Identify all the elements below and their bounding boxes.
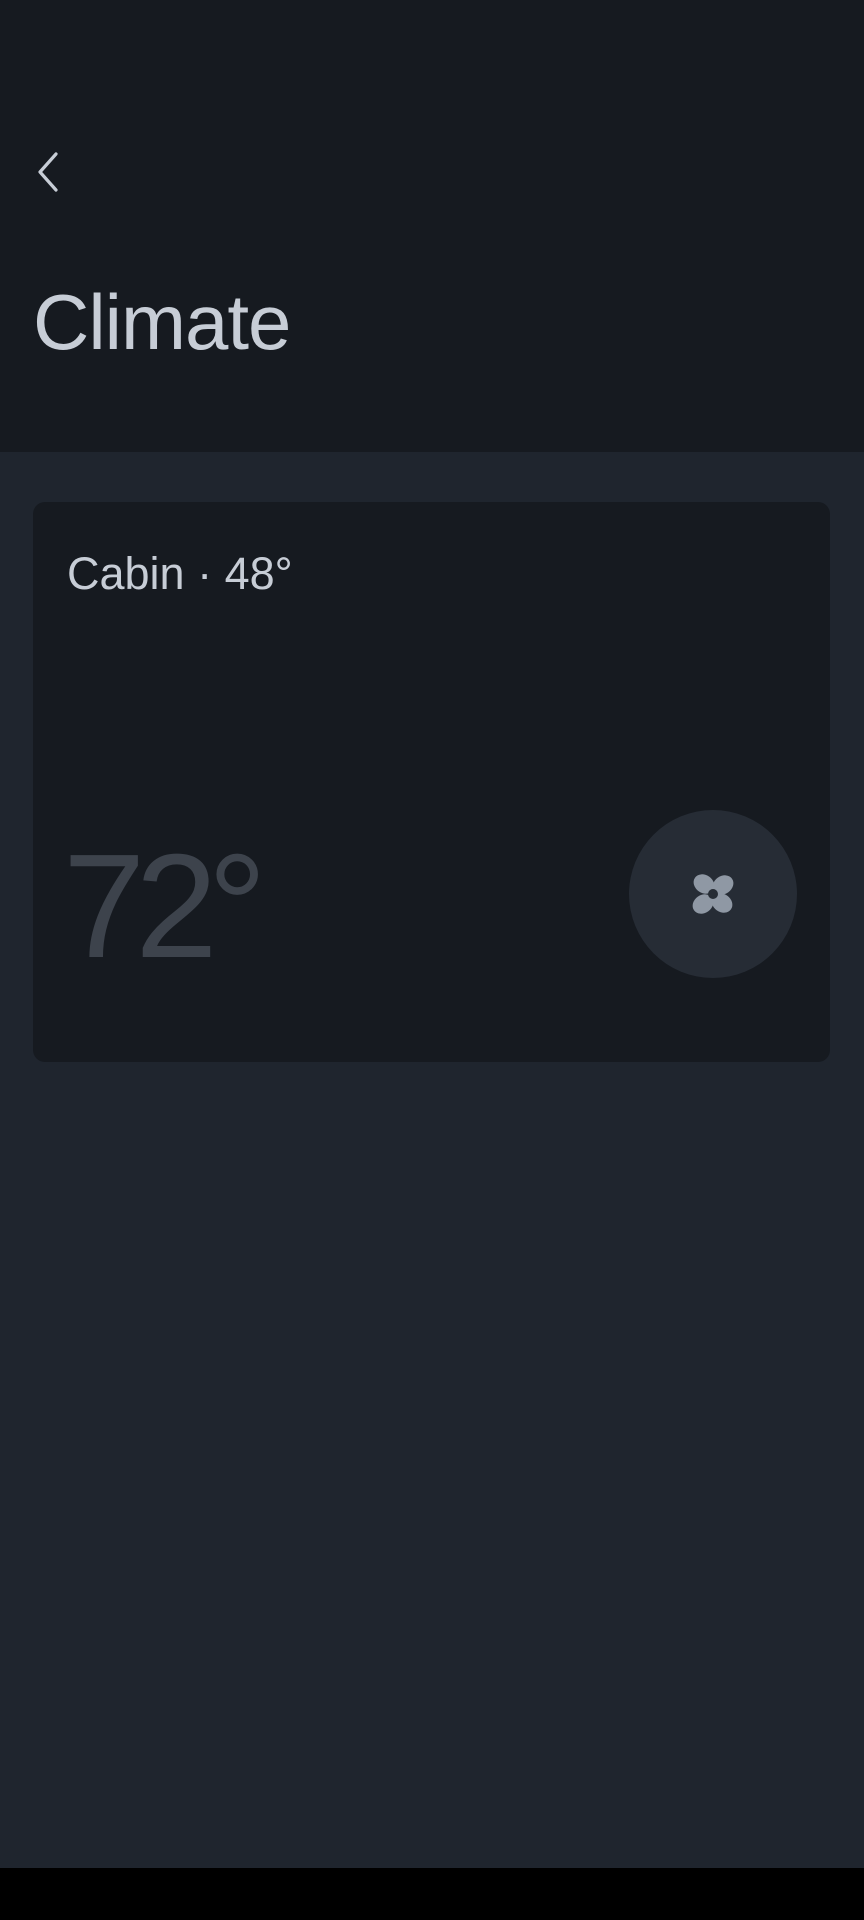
app-bar: Climate [0,0,864,452]
system-navigation-bar [0,1868,864,1920]
page-title: Climate [33,278,291,366]
cabin-temperature: 72° [63,824,267,989]
fan-button[interactable] [629,810,797,978]
climate-card[interactable]: Cabin · 48° 72° [33,502,830,1062]
fan-icon [692,874,734,914]
cabin-outside-temperature-label: Cabin · 48° [67,548,293,599]
content-area: Cabin · 48° 72° [0,452,864,1868]
climate-screen: Climate Cabin · 48° 72° [0,0,864,1920]
back-button[interactable] [18,142,78,202]
chevron-left-icon [38,152,58,192]
